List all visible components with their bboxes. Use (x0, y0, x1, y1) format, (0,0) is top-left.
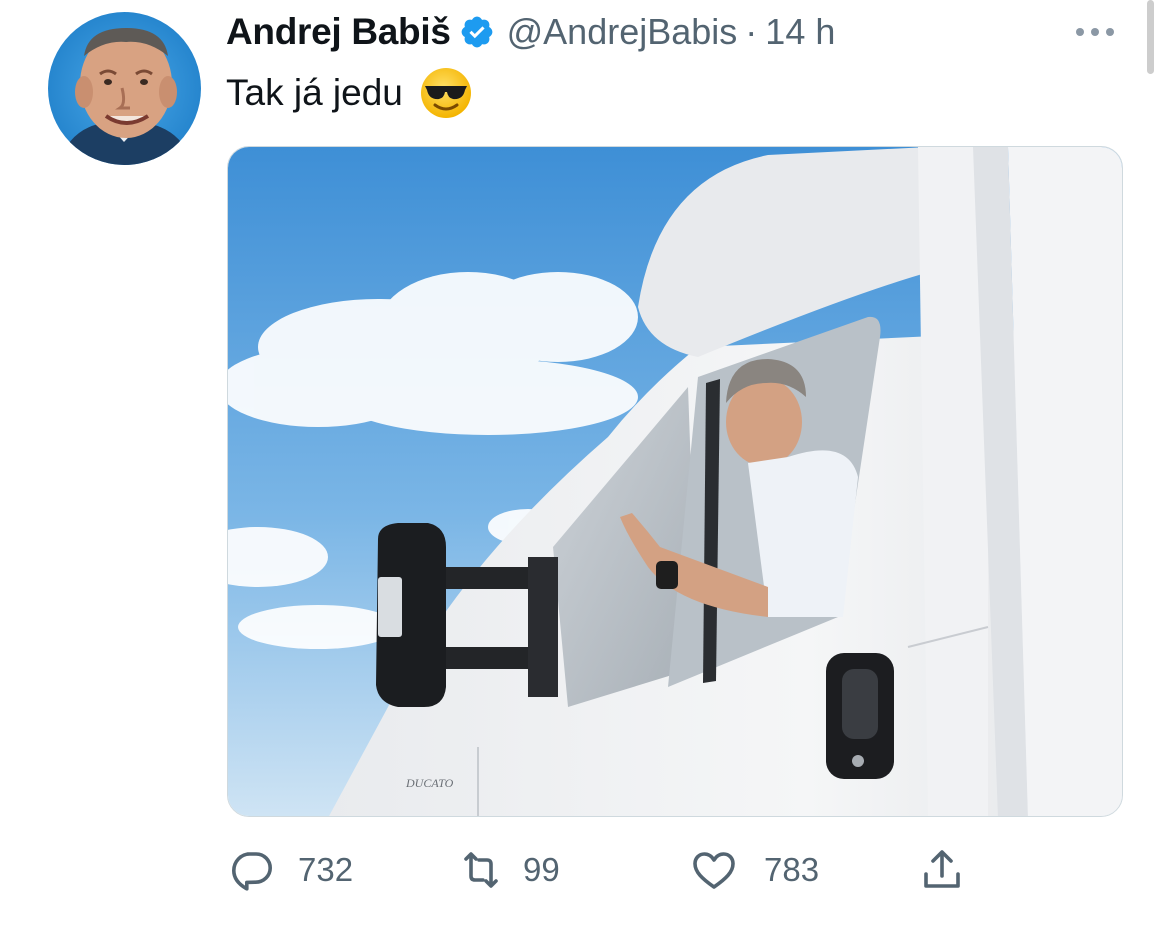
separator-dot: · (745, 11, 758, 52)
verified-badge-icon (459, 14, 495, 50)
tweet-text-content: Tak já jedu (226, 72, 403, 113)
retweet-button[interactable]: 99 (457, 840, 560, 900)
reply-count: 732 (298, 851, 354, 888)
retweet-icon (457, 846, 505, 894)
tweet-photo[interactable]: DUCATO (227, 146, 1123, 817)
smiling-face-with-sunglasses-icon (419, 66, 473, 120)
more-options-icon[interactable] (1072, 24, 1118, 40)
reply-button[interactable]: 732 (228, 840, 353, 900)
heart-icon (690, 846, 738, 894)
scrollbar[interactable] (1147, 0, 1154, 74)
avatar[interactable] (48, 12, 201, 165)
share-button[interactable] (918, 840, 966, 900)
author-handle[interactable]: @AndrejBabis (507, 11, 738, 53)
like-button[interactable]: 783 (690, 840, 819, 900)
tweet-header: Andrej Babiš @AndrejBabis · 14 h (226, 10, 835, 54)
tweet-action-bar: 732 99 783 (0, 840, 1156, 900)
retweet-count: 99 (523, 851, 560, 888)
share-icon (918, 846, 966, 894)
timestamp[interactable]: 14 h (765, 11, 835, 53)
tweet-text: Tak já jedu (226, 66, 473, 120)
truck-badge: DUCATO (405, 776, 454, 790)
like-count: 783 (764, 851, 820, 888)
author-name[interactable]: Andrej Babiš (226, 11, 451, 53)
reply-icon (228, 846, 276, 894)
